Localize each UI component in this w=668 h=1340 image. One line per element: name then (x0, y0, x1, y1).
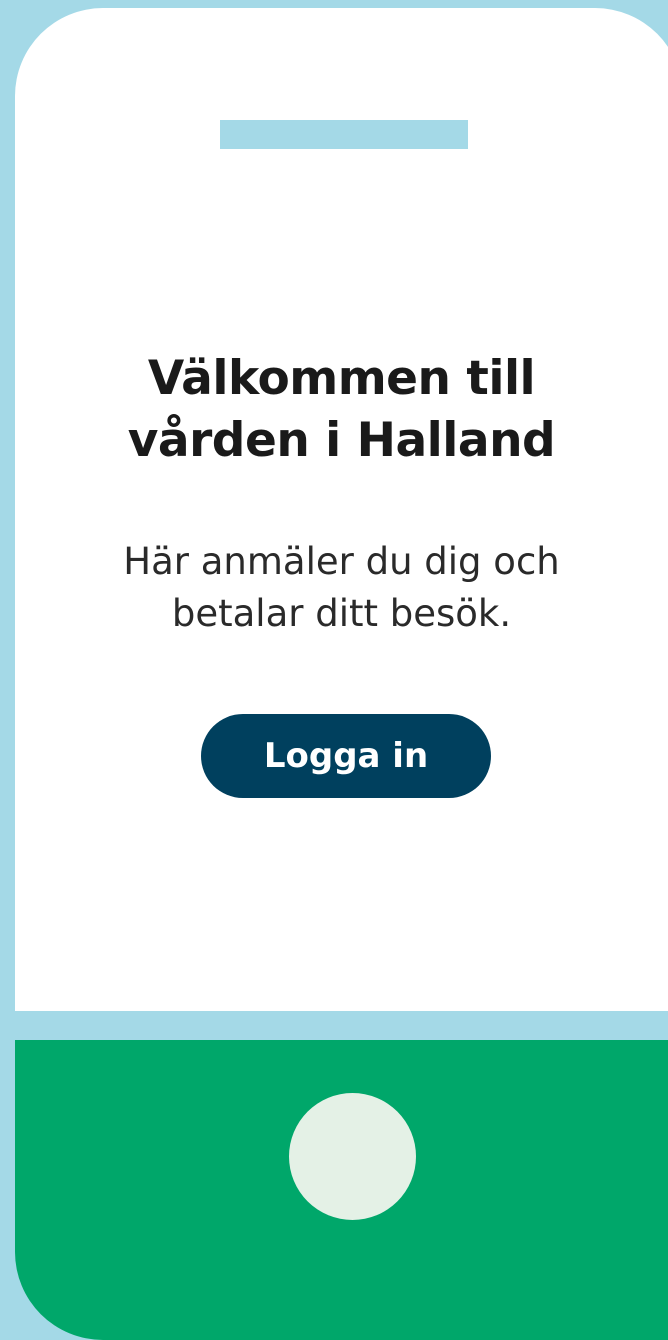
phone-bottom-panel (15, 1040, 668, 1340)
welcome-title-line-1: Välkommen till (147, 351, 536, 406)
speaker-bar-icon (220, 120, 468, 149)
welcome-title: Välkommen till vården i Halland (15, 348, 668, 472)
phone-screen: Välkommen till vården i Halland Här anmä… (15, 8, 668, 1011)
welcome-subtitle-line-2: betalar ditt besök. (171, 592, 512, 635)
login-button[interactable]: Logga in (201, 714, 491, 798)
welcome-subtitle: Här anmäler du dig och betalar ditt besö… (15, 536, 668, 640)
welcome-subtitle-line-1: Här anmäler du dig och (123, 540, 560, 583)
welcome-title-line-2: vården i Halland (127, 413, 556, 468)
home-button-icon[interactable] (289, 1093, 416, 1220)
